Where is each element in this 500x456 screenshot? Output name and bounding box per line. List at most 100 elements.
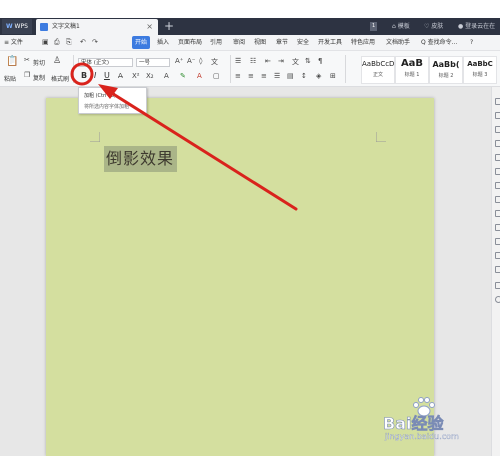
sidebar-tool-icon[interactable] <box>495 210 500 217</box>
tab-review[interactable]: 审阅 <box>233 36 245 49</box>
sidebar-tool-icon[interactable] <box>495 112 500 119</box>
tooltip-title: 加粗 (Ctrl+B) <box>84 93 117 99</box>
bold-button[interactable]: B <box>81 71 87 80</box>
copy-button[interactable]: 复制 <box>33 73 45 82</box>
format-painter-icon[interactable]: ♙ <box>53 56 61 66</box>
italic-button[interactable]: I <box>94 71 96 80</box>
font-color-icon[interactable]: A <box>197 72 202 80</box>
tab-features[interactable]: 特色应用 <box>351 36 375 49</box>
sidebar-tool-icon[interactable] <box>495 98 500 105</box>
cut-icon[interactable]: ✂ <box>24 56 30 64</box>
sort-icon[interactable]: ⇅ <box>305 57 311 65</box>
show-marks-icon[interactable]: ¶ <box>318 57 322 65</box>
increase-indent-icon[interactable]: ⇥ <box>278 57 284 65</box>
style-heading-2[interactable]: AaBb( 标题 2 <box>429 56 463 84</box>
style-preview: AaB <box>400 58 424 69</box>
sidebar-tool-icon[interactable] <box>495 168 500 175</box>
tooltip-description: 将所选内容字体加粗 <box>84 104 130 110</box>
grow-font-icon[interactable]: A⁺ <box>175 57 183 65</box>
shading-icon[interactable]: ◈ <box>316 72 321 80</box>
document-tab-label: 文字文稿1 <box>52 23 80 30</box>
close-tab-icon[interactable]: × <box>146 19 153 35</box>
font-name-select[interactable]: 宋体 (正文) <box>78 58 133 67</box>
border-icon[interactable]: ⊞ <box>330 72 336 80</box>
tab-developer[interactable]: 开发工具 <box>318 36 342 49</box>
print-icon[interactable]: ⎘ <box>66 38 72 47</box>
file-menu[interactable]: ≡ 文件 <box>4 36 23 49</box>
ribbon-divider <box>230 55 231 83</box>
sidebar-tool-icon[interactable] <box>495 238 500 245</box>
login-label: 登录云在在 <box>465 23 496 30</box>
underline-button[interactable]: U <box>104 71 110 80</box>
font-size-select[interactable]: 一号 <box>136 58 170 67</box>
pinyin-icon[interactable]: 文 <box>211 57 218 67</box>
paste-button[interactable]: 粘贴 <box>4 74 16 83</box>
undo-icon[interactable]: ↶ <box>80 38 86 46</box>
skin-button[interactable]: ♡ 皮肤 <box>424 18 443 35</box>
strikethrough-icon[interactable]: A̶ <box>118 72 123 80</box>
wps-tab-label: WPS <box>14 23 28 30</box>
export-icon[interactable]: ⎙ <box>54 38 60 47</box>
distribute-icon[interactable]: ▤ <box>287 72 294 80</box>
clear-format-icon[interactable]: ◊ <box>199 57 202 65</box>
style-name: 标题 3 <box>472 72 488 78</box>
wps-home-tab[interactable]: W WPS <box>2 19 32 34</box>
align-right-icon[interactable]: ≡ <box>261 72 267 80</box>
document-tab[interactable]: 文字文稿1 × <box>36 19 158 35</box>
tab-home[interactable]: 开始 <box>132 36 151 49</box>
new-tab-button[interactable]: + <box>164 18 174 35</box>
style-preview: AaBbC <box>467 60 493 68</box>
tab-references[interactable]: 引用 <box>210 36 222 49</box>
line-spacing-icon[interactable]: ↕ <box>301 72 307 80</box>
justify-icon[interactable]: ☰ <box>274 72 280 80</box>
sidebar-tool-icon[interactable] <box>495 182 500 189</box>
decrease-indent-icon[interactable]: ⇤ <box>265 57 271 65</box>
sidebar-tool-icon[interactable] <box>495 140 500 147</box>
tab-chapter[interactable]: 章节 <box>276 36 288 49</box>
sidebar-tool-icon[interactable] <box>495 196 500 203</box>
text-effect-icon[interactable]: A <box>164 72 169 80</box>
sidebar-tool-icon[interactable] <box>495 282 500 289</box>
shrink-font-icon[interactable]: A⁻ <box>187 57 195 65</box>
tab-security[interactable]: 安全 <box>297 36 309 49</box>
align-center-icon[interactable]: ≡ <box>248 72 254 80</box>
chinese-layout-icon[interactable]: 文 <box>292 57 299 67</box>
tab-page-layout[interactable]: 页面布局 <box>178 36 202 49</box>
sidebar-tool-icon[interactable] <box>495 154 500 161</box>
help-button[interactable]: ? <box>470 36 473 49</box>
tab-doc-assistant[interactable]: 文档助手 <box>386 36 410 49</box>
selected-document-text[interactable]: 倒影效果 <box>104 146 177 172</box>
style-heading-1[interactable]: AaB 标题 1 <box>395 56 429 84</box>
align-left-icon[interactable]: ≡ <box>235 72 241 80</box>
paste-icon[interactable]: 📋 <box>6 56 18 67</box>
bold-tooltip: 加粗 (Ctrl+B) 将所选内容字体加粗 <box>78 87 147 114</box>
style-name: 正文 <box>372 72 383 78</box>
copy-icon[interactable]: ❐ <box>24 71 30 79</box>
save-icon[interactable]: ▣ <box>42 38 49 46</box>
redo-icon[interactable]: ↷ <box>92 38 98 46</box>
window-count-badge[interactable]: 1 <box>370 22 378 31</box>
format-painter-button[interactable]: 格式刷 <box>51 74 69 83</box>
subscript-icon[interactable]: X₂ <box>146 72 154 80</box>
superscript-icon[interactable]: X² <box>132 72 140 80</box>
style-heading-3[interactable]: AaBbC 标题 3 <box>463 56 497 84</box>
template-button[interactable]: ⌂ 模板 <box>392 18 410 35</box>
tab-insert[interactable]: 插入 <box>157 36 169 49</box>
style-name: 标题 1 <box>404 72 420 78</box>
ribbon-divider <box>73 55 74 83</box>
sidebar-tool-icon[interactable] <box>495 252 500 259</box>
bullet-list-icon[interactable]: ☰ <box>235 57 241 65</box>
numbered-list-icon[interactable]: ☷ <box>250 57 256 65</box>
sidebar-tool-icon[interactable] <box>495 224 500 231</box>
sidebar-tool-icon[interactable] <box>495 126 500 133</box>
style-normal[interactable]: AaBbCcDd 正文 <box>361 56 395 84</box>
char-border-icon[interactable]: ▢ <box>213 72 220 80</box>
skin-label: 皮肤 <box>431 23 444 30</box>
tab-view[interactable]: 视图 <box>254 36 266 49</box>
sidebar-tool-icon[interactable] <box>495 296 500 303</box>
cut-button[interactable]: 剪切 <box>33 58 45 67</box>
sidebar-tool-icon[interactable] <box>495 266 500 273</box>
highlight-icon[interactable]: ✎ <box>180 72 186 80</box>
login-button[interactable]: ● 登录云在在 <box>458 18 495 35</box>
search-command[interactable]: Q 查找命令... <box>421 36 457 49</box>
